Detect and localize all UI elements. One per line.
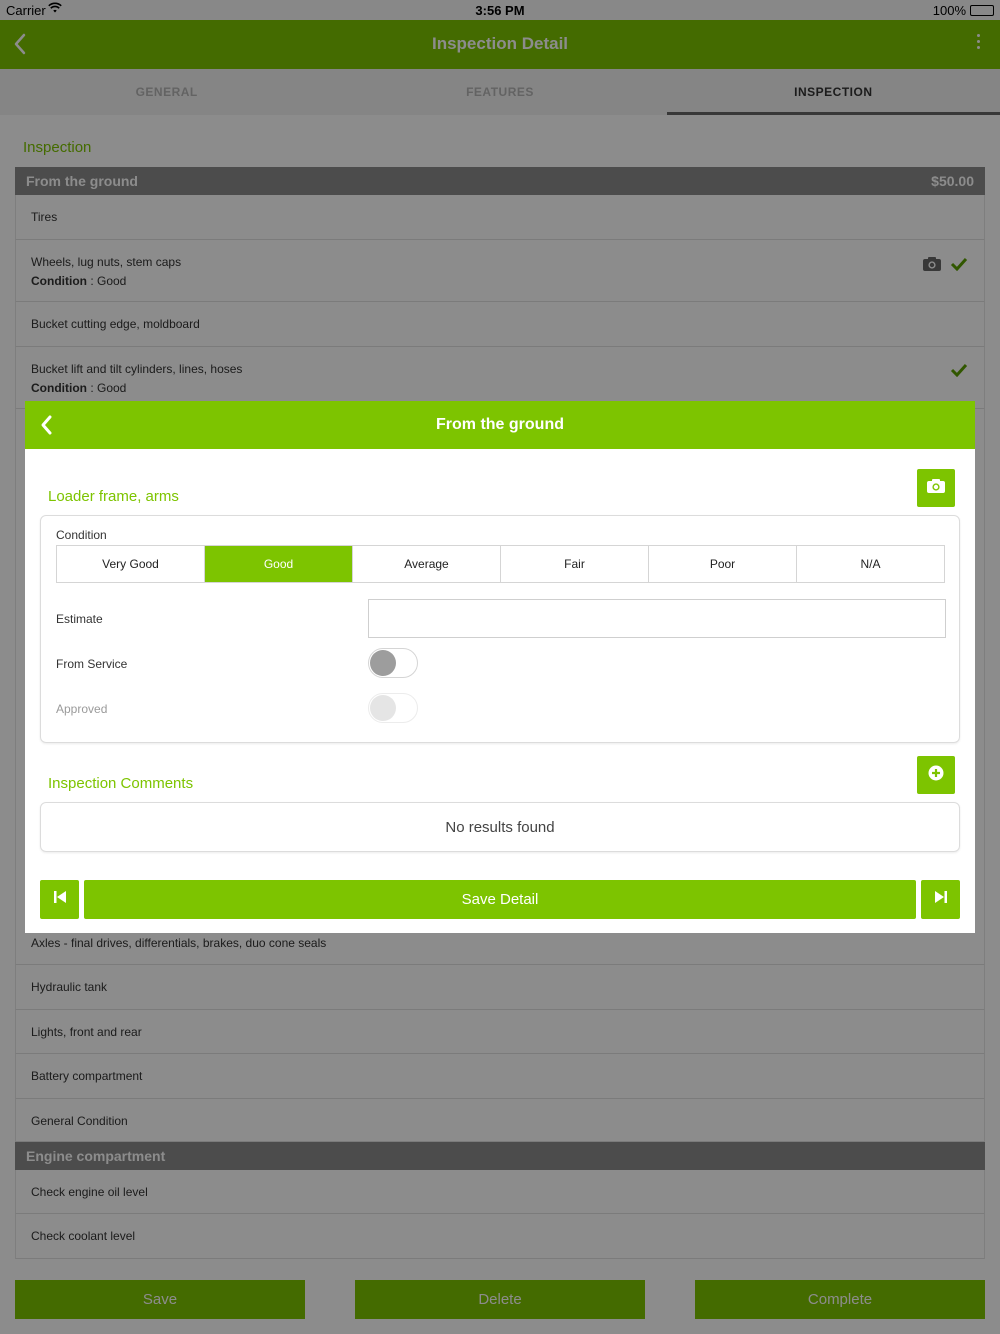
condition-form: Condition Very Good Good Average Fair Po…	[40, 515, 960, 743]
save-detail-button[interactable]: Save Detail	[84, 880, 916, 919]
from-service-toggle[interactable]	[368, 648, 418, 678]
from-service-label: From Service	[56, 657, 128, 671]
estimate-input[interactable]	[368, 599, 946, 638]
plus-circle-icon	[928, 765, 944, 786]
condition-option[interactable]: Average	[352, 546, 500, 582]
condition-label: Condition	[56, 528, 107, 542]
previous-item-button[interactable]	[40, 880, 79, 919]
estimate-label: Estimate	[56, 612, 103, 626]
next-item-button[interactable]	[921, 880, 960, 919]
add-photo-button[interactable]	[917, 469, 955, 507]
approved-toggle	[368, 693, 418, 723]
comments-title: Inspection Comments	[48, 775, 194, 792]
condition-option-selected[interactable]: Good	[204, 546, 352, 582]
approved-label: Approved	[56, 702, 108, 716]
inspection-item-modal: From the ground Loader frame, arms Condi…	[25, 401, 975, 933]
camera-icon	[926, 478, 946, 499]
add-comment-button[interactable]	[917, 756, 955, 794]
empty-state: No results found	[40, 802, 960, 852]
condition-option[interactable]: Fair	[500, 546, 648, 582]
modal-header: From the ground	[25, 401, 975, 449]
condition-option[interactable]: Very Good	[57, 546, 204, 582]
skip-previous-icon	[53, 890, 67, 909]
skip-next-icon	[934, 890, 948, 909]
condition-segmented-control: Very Good Good Average Fair Poor N/A	[56, 545, 945, 583]
item-title: Loader frame, arms	[48, 488, 179, 505]
condition-option[interactable]: Poor	[648, 546, 796, 582]
modal-title: From the ground	[436, 416, 564, 433]
condition-option[interactable]: N/A	[796, 546, 944, 582]
